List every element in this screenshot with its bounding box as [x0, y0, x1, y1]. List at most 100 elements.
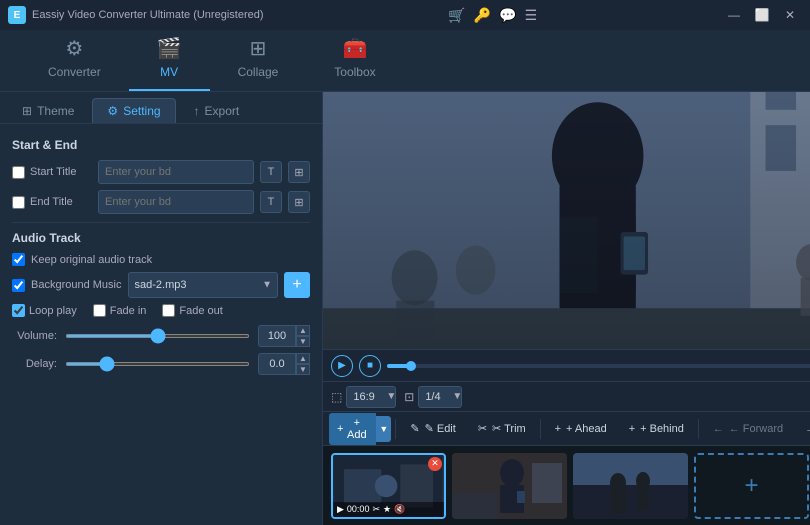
- fraction-select[interactable]: 1/4: [418, 386, 462, 408]
- delay-down-button[interactable]: ▼: [296, 364, 310, 375]
- bg-music-select[interactable]: sad-2.mp3: [128, 272, 279, 298]
- minimize-button[interactable]: —: [722, 5, 746, 25]
- toolbar-left: + + Add ▼ ✎ ✎ Edit ✂ ✂ Trim + + Ahe: [329, 413, 810, 445]
- key-icon[interactable]: 🔑: [474, 7, 491, 24]
- app-logo: E: [8, 6, 26, 24]
- aspect-icon: ⬚: [331, 390, 342, 404]
- delay-slider-wrap: [65, 357, 250, 371]
- clip-1-close[interactable]: ✕: [428, 457, 442, 471]
- loop-fade-row: Loop play Fade in Fade out: [12, 304, 310, 317]
- clip-1-mute-icon: 🔇: [394, 504, 405, 515]
- play-button[interactable]: ▶: [331, 355, 353, 377]
- delay-spinners: ▲ ▼: [296, 353, 310, 375]
- volume-down-button[interactable]: ▼: [296, 336, 310, 347]
- delay-value-wrap: ▲ ▼: [258, 353, 310, 375]
- video-area: [323, 92, 810, 349]
- titlebar-icons: 🛒 🔑 💬 ☰: [448, 7, 537, 24]
- collage-icon: ⊞: [250, 36, 267, 61]
- fade-in-checkbox[interactable]: [93, 304, 106, 317]
- toolbox-icon: 🧰: [343, 36, 368, 61]
- volume-slider[interactable]: [65, 334, 250, 338]
- end-title-input[interactable]: [98, 190, 254, 214]
- trim-button[interactable]: ✂ ✂ Trim: [468, 418, 536, 439]
- titlebar-left: E Eassiy Video Converter Ultimate (Unreg…: [8, 6, 264, 24]
- restore-button[interactable]: ⬜: [750, 5, 774, 25]
- timeline: ✕ ▶ 00:00 ✂ ★ 🔇: [323, 445, 810, 525]
- ahead-button[interactable]: + + Ahead: [545, 419, 617, 439]
- cart-icon[interactable]: 🛒: [448, 7, 465, 24]
- trim-icon: ✂: [478, 422, 487, 435]
- add-button[interactable]: + + Add: [329, 413, 376, 445]
- aspect-ratio-select[interactable]: 16:9: [346, 386, 396, 408]
- clip-1-overlay: ▶ 00:00 ✂ ★ 🔇: [333, 502, 444, 517]
- titlebar-controls: — ⬜ ✕: [722, 5, 802, 25]
- keep-original-checkbox[interactable]: [12, 253, 25, 266]
- format-bar: ⬚ 16:9 ▼ ⊡ 1/4 ▼ Export: [323, 381, 810, 411]
- clip-3-bg: [573, 453, 688, 519]
- edit-button[interactable]: ✎ ✎ Edit: [400, 418, 465, 439]
- clip-3[interactable]: [573, 453, 688, 519]
- start-title-checkbox-wrap: Start Title: [12, 166, 92, 179]
- volume-slider-wrap: [65, 329, 250, 343]
- edit-icon: ✎: [410, 422, 419, 435]
- backward-button[interactable]: → → Backward: [795, 419, 810, 439]
- stop-button[interactable]: ■: [359, 355, 381, 377]
- add-dropdown-button[interactable]: ▼: [376, 416, 391, 442]
- start-title-label: Start Title: [30, 166, 76, 178]
- tab-mv[interactable]: 🎬 MV: [129, 28, 210, 91]
- delay-up-button[interactable]: ▲: [296, 353, 310, 364]
- sub-tab-export[interactable]: ↑ Export: [180, 98, 254, 123]
- volume-value-input[interactable]: [258, 325, 296, 347]
- bottom-toolbar: + + Add ▼ ✎ ✎ Edit ✂ ✂ Trim + + Ahe: [323, 411, 810, 445]
- clip-1-time: 00:00: [347, 504, 370, 514]
- divider-1: [12, 222, 310, 223]
- tab-toolbox[interactable]: 🧰 Toolbox: [306, 28, 403, 91]
- clip-3-thumbnail: [573, 453, 688, 519]
- close-button[interactable]: ✕: [778, 5, 802, 25]
- end-title-row: End Title T ⊞: [12, 190, 310, 214]
- background-music-row: Background Music sad-2.mp3 ▼ +: [12, 272, 310, 298]
- clip-1[interactable]: ✕ ▶ 00:00 ✂ ★ 🔇: [331, 453, 446, 519]
- fade-in-wrap: Fade in: [93, 304, 147, 317]
- titlebar: E Eassiy Video Converter Ultimate (Unreg…: [0, 0, 810, 30]
- fade-in-label: Fade in: [110, 305, 147, 317]
- loop-play-checkbox[interactable]: [12, 304, 25, 317]
- keep-original-row: Keep original audio track: [12, 253, 310, 266]
- divider-tool-2: [540, 419, 541, 439]
- tab-converter[interactable]: ⚙ Converter: [20, 28, 129, 91]
- divider-tool-3: [698, 419, 699, 439]
- delay-slider[interactable]: [65, 362, 250, 366]
- start-title-checkbox[interactable]: [12, 166, 25, 179]
- add-music-button[interactable]: +: [284, 272, 310, 298]
- sub-tab-theme[interactable]: ⊞ Theme: [8, 98, 88, 123]
- forward-button[interactable]: ← ← Forward: [703, 419, 793, 439]
- left-panel: ⊞ Theme ⚙ Setting ↑ Export Start & End S…: [0, 92, 323, 525]
- sub-tabs: ⊞ Theme ⚙ Setting ↑ Export: [0, 92, 322, 124]
- bg-music-checkbox[interactable]: [12, 279, 25, 292]
- fade-out-checkbox[interactable]: [162, 304, 175, 317]
- start-title-input[interactable]: [98, 160, 254, 184]
- end-title-font-icon[interactable]: T: [260, 191, 282, 213]
- chat-icon[interactable]: 💬: [499, 7, 516, 24]
- clip-2[interactable]: [452, 453, 567, 519]
- end-title-checkbox-wrap: End Title: [12, 196, 92, 209]
- audio-track-title: Audio Track: [12, 231, 310, 245]
- end-title-checkbox[interactable]: [12, 196, 25, 209]
- end-title-grid-icon[interactable]: ⊞: [288, 191, 310, 213]
- tab-collage[interactable]: ⊞ Collage: [210, 28, 307, 91]
- start-title-row: Start Title T ⊞: [12, 160, 310, 184]
- video-frame-svg: [323, 92, 810, 349]
- sub-tab-setting[interactable]: ⚙ Setting: [92, 98, 175, 123]
- progress-bar[interactable]: [387, 364, 810, 368]
- menu-icon[interactable]: ☰: [525, 7, 538, 24]
- start-title-font-icon[interactable]: T: [260, 161, 282, 183]
- start-title-grid-icon[interactable]: ⊞: [288, 161, 310, 183]
- converter-icon: ⚙: [65, 36, 83, 61]
- add-clip-button[interactable]: +: [694, 453, 809, 519]
- volume-up-button[interactable]: ▲: [296, 325, 310, 336]
- keep-original-label: Keep original audio track: [31, 254, 152, 266]
- behind-button[interactable]: + + Behind: [619, 419, 694, 439]
- export-subtab-icon: ↑: [194, 104, 200, 118]
- loop-play-label: Loop play: [29, 305, 77, 317]
- delay-value-input[interactable]: [258, 353, 296, 375]
